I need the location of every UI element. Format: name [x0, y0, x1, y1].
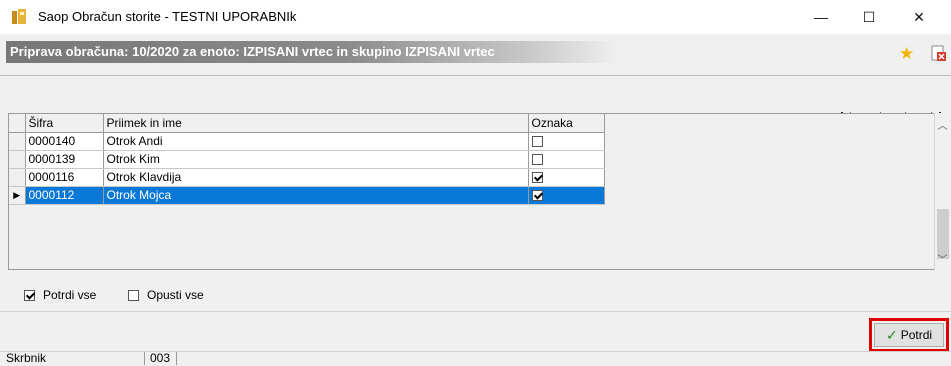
status-divider	[176, 352, 177, 365]
confirm-all-checkbox[interactable]	[24, 289, 35, 301]
column-header-name[interactable]: Priimek in ime	[103, 114, 529, 133]
skip-all-label[interactable]: Opusti vse	[147, 288, 204, 302]
skip-all-option[interactable]: Opusti vse	[128, 288, 204, 302]
grid-corner	[9, 114, 26, 133]
star-icon[interactable]: ★	[899, 45, 914, 62]
oznaka-checkbox[interactable]	[531, 172, 543, 184]
column-header-oznaka[interactable]: Oznaka	[528, 114, 605, 133]
footer-divider	[0, 311, 951, 312]
window-title: Saop Obračun storite - TESTNI UPORABNIk	[38, 9, 297, 24]
table-row[interactable]: 0000139 Otrok Kim	[9, 150, 605, 169]
cell-name[interactable]: Otrok Kim	[103, 150, 529, 169]
cell-oznaka[interactable]	[528, 132, 605, 151]
confirm-all-option[interactable]: Potrdi vse	[24, 288, 96, 302]
confirm-button-label: Potrdi	[900, 328, 933, 342]
table-row-selected[interactable]: ▶ 0000112 Otrok Mojca	[9, 186, 605, 205]
header-divider	[0, 75, 951, 76]
cell-sifra[interactable]: 0000112	[25, 186, 104, 205]
scroll-up-icon[interactable]: ︿	[935, 117, 950, 132]
grid-table: Šifra Priimek in ime Oznaka 0000140 Otro…	[9, 114, 605, 205]
grid-header-row: Šifra Priimek in ime Oznaka	[9, 114, 605, 133]
skip-all-checkbox[interactable]	[128, 289, 139, 301]
oznaka-checkbox[interactable]	[531, 190, 543, 202]
delete-doc-icon[interactable]	[931, 45, 947, 62]
cell-name[interactable]: Otrok Mojca	[103, 186, 529, 205]
cell-sifra[interactable]: 0000139	[25, 150, 104, 169]
status-bar	[0, 351, 951, 366]
maximize-button[interactable]: ☐	[846, 0, 892, 34]
confirm-button[interactable]: ✓ Potrdi	[874, 323, 944, 347]
checkmark-icon: ✓	[885, 326, 898, 343]
scroll-down-icon[interactable]: ﹀	[935, 251, 950, 266]
current-row-indicator-icon: ▶	[9, 186, 26, 205]
app-icon	[10, 8, 28, 26]
cell-oznaka[interactable]	[528, 150, 605, 169]
cell-sifra[interactable]: 0000140	[25, 132, 104, 151]
page-title: Priprava obračuna: 10/2020 za enoto: IZP…	[10, 44, 495, 59]
table-row[interactable]: 0000140 Otrok Andi	[9, 132, 605, 151]
close-button[interactable]: ✕	[896, 0, 942, 34]
status-user-label: Skrbnik	[6, 351, 47, 365]
minimize-button[interactable]: —	[798, 0, 844, 34]
row-indicator	[9, 168, 26, 187]
cell-oznaka[interactable]	[528, 186, 605, 205]
row-indicator	[9, 150, 26, 169]
children-grid[interactable]: Šifra Priimek in ime Oznaka 0000140 Otro…	[8, 113, 949, 270]
table-row[interactable]: 0000116 Otrok Klavdija	[9, 168, 605, 187]
row-indicator	[9, 132, 26, 151]
cell-oznaka[interactable]	[528, 168, 605, 187]
column-header-sifra[interactable]: Šifra	[25, 114, 104, 133]
grid-scrollbar[interactable]: ︿ ﹀	[934, 113, 950, 270]
cell-name[interactable]: Otrok Andi	[103, 132, 529, 151]
cell-name[interactable]: Otrok Klavdija	[103, 168, 529, 187]
status-divider	[144, 352, 145, 365]
confirm-all-label[interactable]: Potrdi vse	[43, 288, 96, 302]
oznaka-checkbox[interactable]	[531, 136, 543, 148]
oznaka-checkbox[interactable]	[531, 154, 543, 166]
cell-sifra[interactable]: 0000116	[25, 168, 104, 187]
status-code: 003	[150, 351, 171, 365]
